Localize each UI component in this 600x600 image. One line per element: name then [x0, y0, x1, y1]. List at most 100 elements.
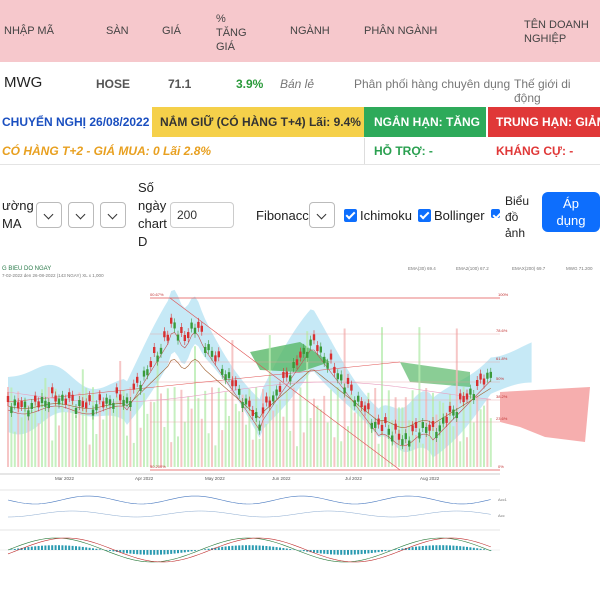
candle: [112, 402, 115, 409]
candle: [149, 361, 152, 368]
stock-dashboard: NHẬP MÃ SÀN GIÁ % TĂNG GIÁ NGÀNH PHÂN NG…: [0, 0, 600, 600]
volume-bar: [384, 434, 387, 467]
chart-type-label-1: Biểu: [505, 194, 530, 208]
macd-bar: [275, 547, 278, 550]
macd-bar: [194, 550, 196, 551]
volume-bar: [190, 408, 193, 467]
candle: [197, 321, 200, 328]
volume-bar: [58, 425, 60, 467]
macd-bar: [350, 550, 353, 555]
candle: [183, 334, 186, 341]
ma-select-2[interactable]: [68, 202, 94, 228]
candle: [476, 380, 479, 387]
candle: [316, 345, 319, 352]
volume-bar: [381, 327, 383, 467]
candle: [224, 374, 227, 381]
macd-bar: [279, 547, 281, 550]
candle: [489, 371, 492, 378]
days-input[interactable]: [170, 202, 234, 228]
macd-bar: [136, 550, 139, 555]
macd-bar: [445, 545, 448, 550]
volume-bar: [234, 403, 237, 467]
volume-bar: [292, 387, 295, 467]
stock-code[interactable]: MWG: [4, 74, 42, 91]
macd-bar: [459, 546, 462, 550]
bollinger-checkbox[interactable]: [418, 209, 431, 222]
fibonacci-select[interactable]: [309, 202, 335, 228]
legend-ema200: EMAX(200) 69.7: [512, 266, 546, 271]
volume-bar: [64, 411, 67, 467]
macd-bar: [54, 545, 57, 550]
candle: [227, 372, 231, 379]
volume-bar: [119, 360, 122, 467]
chart-image-checkbox[interactable]: [491, 209, 500, 218]
macd-bar: [71, 545, 74, 550]
stock-subindustry: Phân phối hàng chuyên dụng: [354, 77, 511, 91]
volume-bar: [370, 428, 373, 467]
candle: [95, 404, 98, 411]
ichimoku-checkbox[interactable]: [344, 209, 357, 222]
volume-bar: [20, 417, 23, 467]
macd-bar: [85, 547, 88, 550]
col-subindustry-header: PHÂN NGÀNH: [364, 25, 438, 37]
candle: [329, 353, 333, 360]
candle: [391, 435, 394, 442]
volume-bar: [214, 445, 217, 467]
candle: [472, 394, 475, 401]
volume-bar: [455, 328, 458, 467]
fib-label: 38.2%: [496, 394, 508, 399]
volume-bar: [282, 416, 285, 467]
macd-bar: [289, 549, 292, 550]
macd-bar: [81, 546, 84, 550]
candle: [74, 408, 78, 415]
candle: [486, 372, 489, 379]
ma-select-1[interactable]: [36, 202, 62, 228]
volume-bar: [180, 389, 183, 467]
candle: [163, 331, 166, 338]
macd-bar: [173, 550, 176, 554]
candle: [91, 409, 95, 416]
macd-bar: [10, 549, 13, 550]
t2-note: CÓ HÀNG T+2 - GIÁ MUA: 0 Lãi 2.8%: [2, 144, 212, 158]
macd-bar: [221, 546, 224, 550]
stock-exchange: HOSE: [96, 77, 131, 91]
candle: [323, 356, 326, 363]
candle: [459, 393, 462, 400]
candle: [482, 378, 486, 385]
macd-bar: [357, 550, 360, 555]
volume-bar: [265, 423, 268, 467]
candle: [302, 347, 305, 354]
candle: [248, 400, 251, 407]
candle: [346, 377, 350, 384]
candle: [57, 398, 61, 405]
candle: [214, 355, 217, 362]
macd-bar: [367, 550, 370, 554]
volume-bar: [258, 438, 261, 467]
fib-label: 61.8%: [496, 356, 508, 361]
volume-bar: [177, 436, 179, 467]
candle: [221, 368, 224, 375]
volume-bar: [309, 418, 312, 467]
volume-bar: [347, 426, 349, 467]
macd-bar: [231, 545, 234, 550]
col-company-header: TÊN DOANH NGHIỆP: [524, 19, 589, 45]
volume-bar: [81, 369, 84, 467]
macd-bar: [170, 550, 173, 554]
volume-bar: [139, 427, 142, 467]
candle: [20, 401, 23, 408]
candle: [146, 369, 149, 376]
macd-bar: [258, 545, 261, 550]
macd-bar: [452, 545, 455, 550]
ma-select-3[interactable]: [100, 202, 126, 228]
volume-bar: [221, 430, 224, 467]
macd-bar: [61, 545, 64, 550]
candle: [139, 384, 142, 391]
macd-bar: [13, 548, 16, 550]
macd-bar: [343, 550, 346, 555]
candle: [326, 362, 329, 369]
apply-button[interactable]: Áp dụng: [542, 192, 600, 232]
candle: [108, 399, 112, 406]
volume-bar: [204, 390, 207, 467]
table-row[interactable]: MWG HOSE 71.1 3.9% Bán lẻ Phân phối hàng…: [0, 62, 600, 106]
candle: [343, 387, 346, 394]
